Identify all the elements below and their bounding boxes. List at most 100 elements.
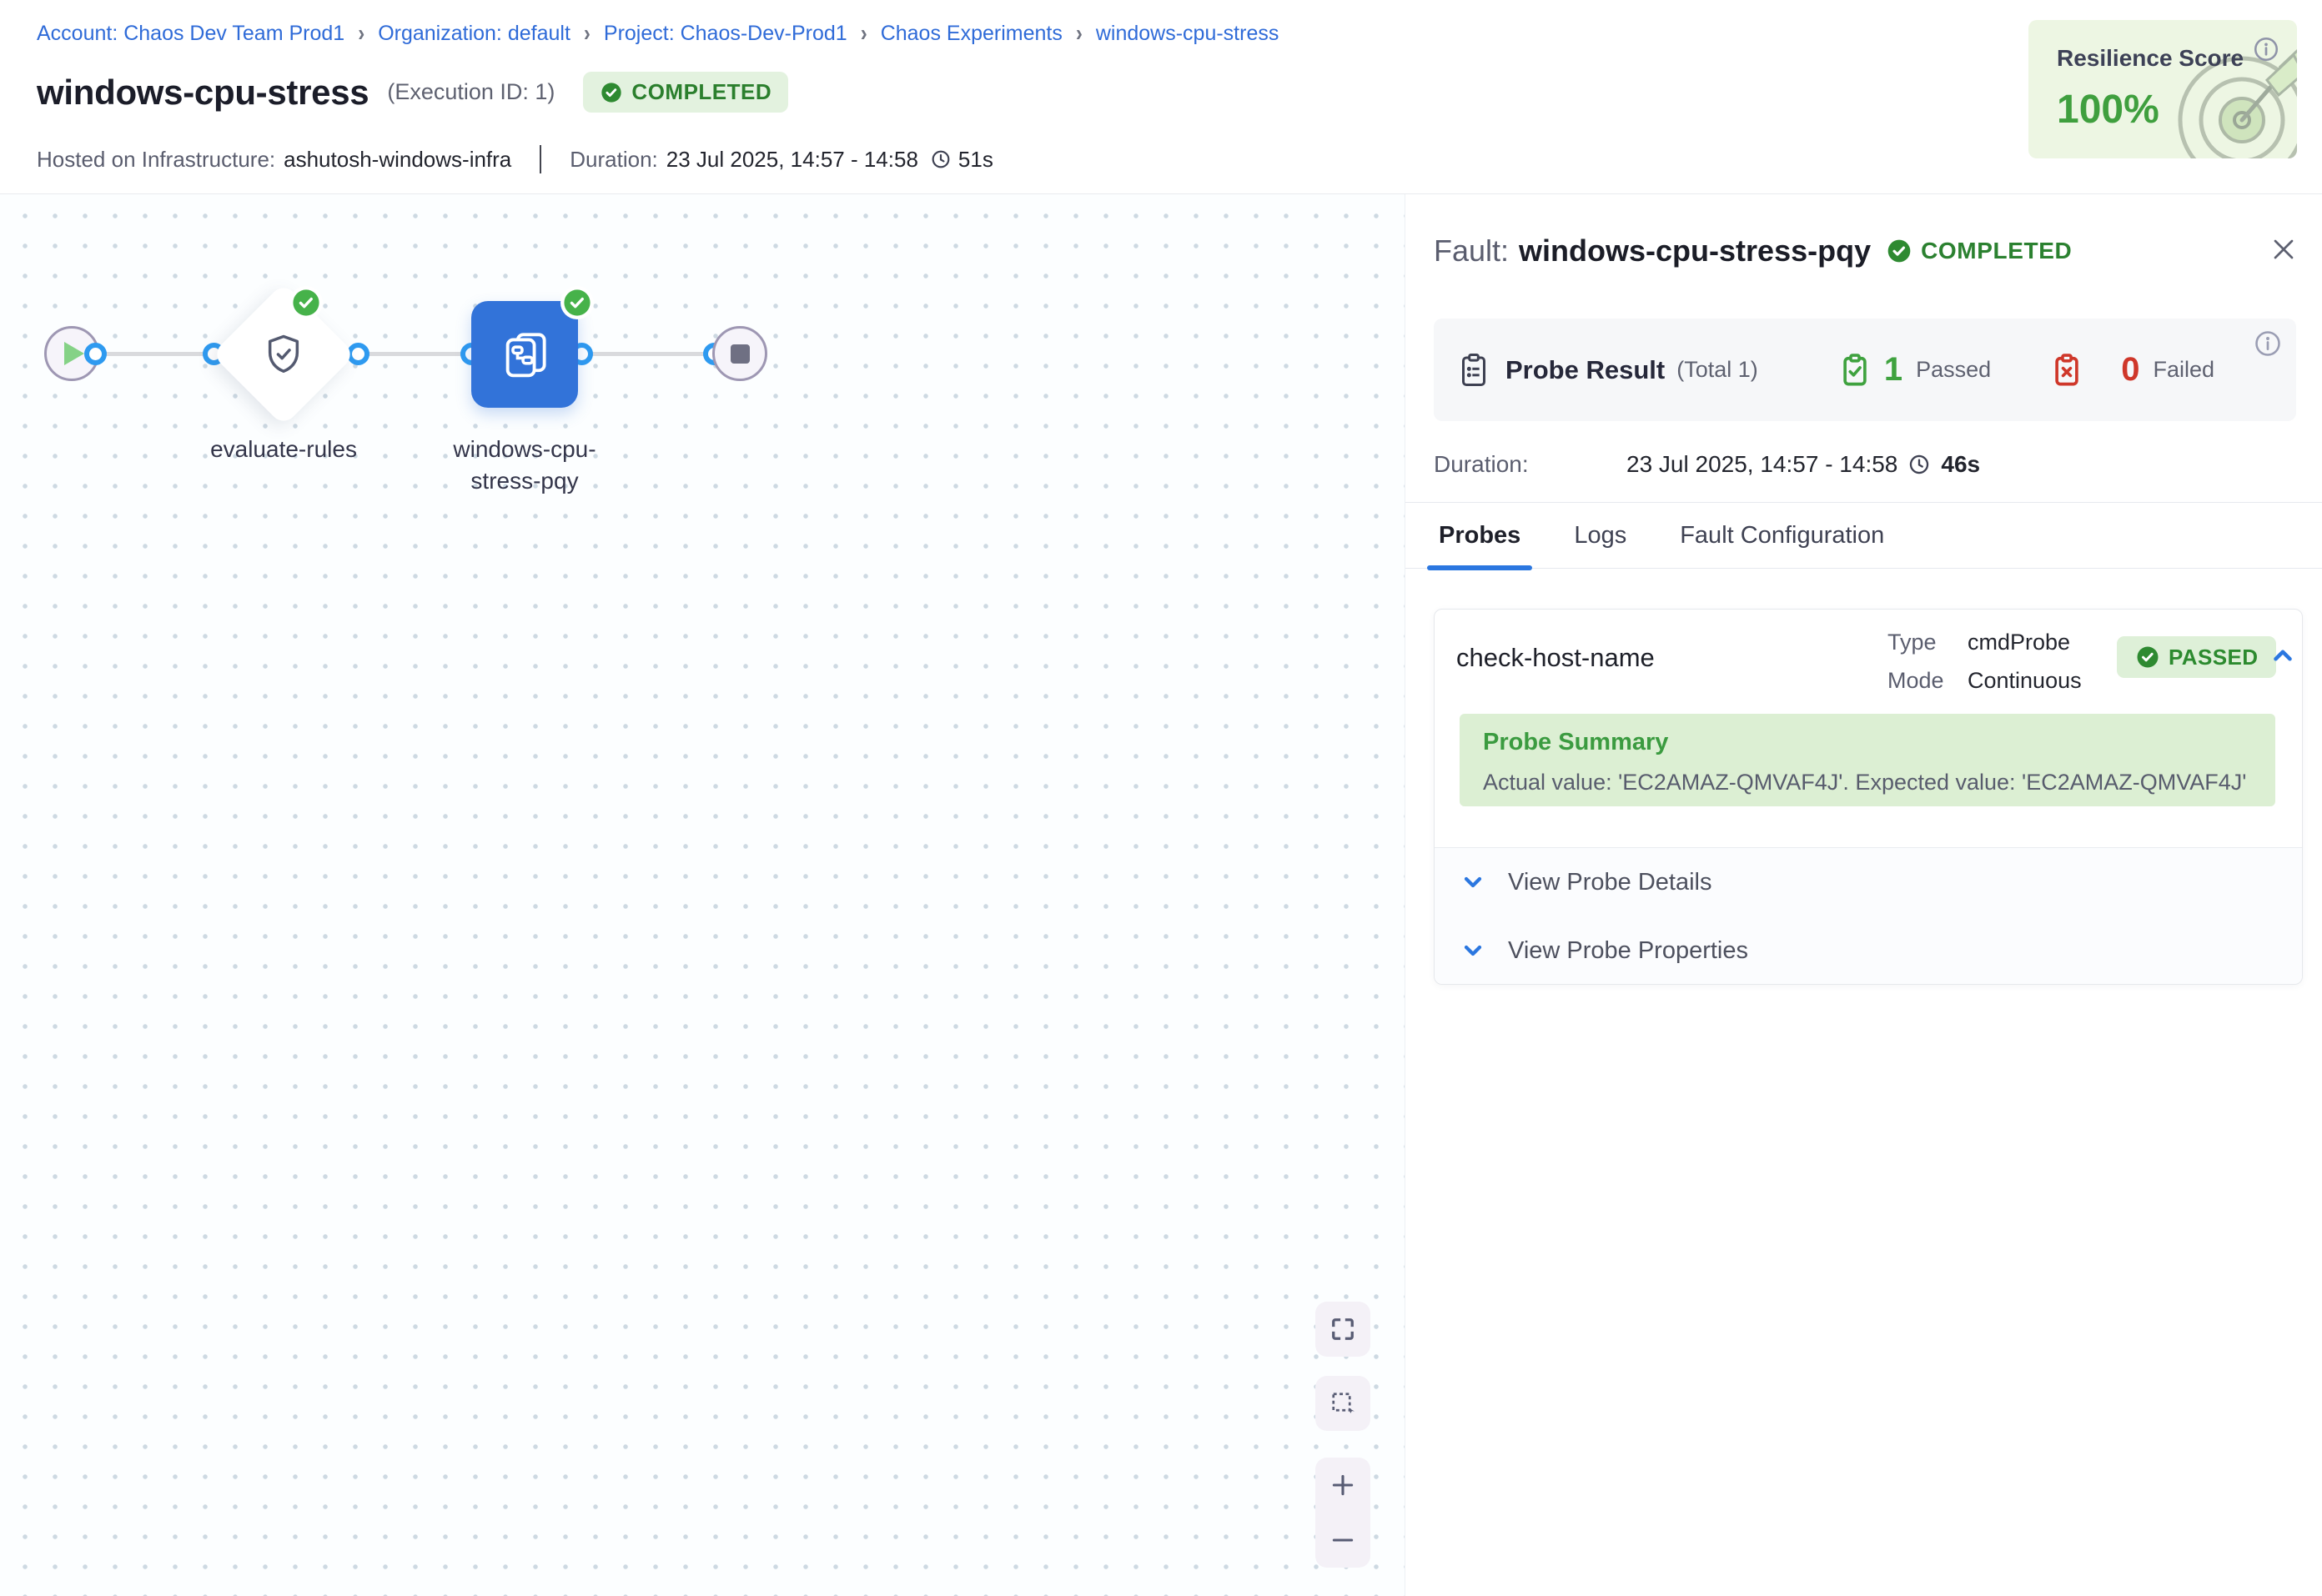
clock-icon: [930, 148, 952, 170]
probe-summary: Probe Summary Actual value: 'EC2AMAZ-QMV…: [1460, 714, 2275, 806]
collapse-probe-button[interactable]: [2269, 641, 2297, 670]
clipboard-x-icon: [2051, 352, 2083, 389]
failed-count: 0: [2121, 351, 2139, 389]
fault-label: Fault:: [1434, 233, 1509, 269]
probe-result-title: Probe Result: [1505, 355, 1665, 385]
fault-duration-row: Duration: 23 Jul 2025, 14:57 - 14:58 46s: [1434, 451, 1980, 478]
zoom-in-icon: [1329, 1471, 1357, 1499]
meta-divider: [540, 145, 541, 173]
view-probe-properties-label: View Probe Properties: [1508, 937, 1748, 965]
breadcrumb-separator-icon: ›: [861, 20, 867, 47]
breadcrumb-account-link[interactable]: Account: Chaos Dev Team Prod1: [37, 22, 344, 46]
fullscreen-icon: [1328, 1314, 1358, 1344]
close-icon: [2267, 233, 2300, 266]
breadcrumb-current-link[interactable]: windows-cpu-stress: [1096, 22, 1279, 46]
probe-meta: Type cmdProbe Mode Continuous: [1887, 623, 2082, 700]
marquee-select-icon: [1328, 1388, 1358, 1418]
marquee-select-button[interactable]: [1315, 1376, 1370, 1431]
breadcrumb-separator-icon: ›: [1076, 20, 1083, 47]
breadcrumb-org-link[interactable]: Organization: default: [378, 22, 570, 46]
probe-status-text: PASSED: [2169, 645, 2258, 670]
page-title: windows-cpu-stress: [37, 73, 369, 113]
probe-card: check-host-name Type cmdProbe Mode Conti…: [1434, 609, 2303, 985]
panel-tabs: Probes Logs Fault Configuration: [1405, 502, 2322, 569]
resilience-score-card: Resilience Score 100%: [2028, 20, 2297, 158]
duration-label: Duration:: [570, 147, 658, 173]
probe-type-label: Type: [1887, 623, 1959, 661]
chevron-down-icon: [1460, 937, 1486, 964]
breadcrumb-separator-icon: ›: [358, 20, 364, 47]
probe-mode-label: Mode: [1887, 661, 1959, 700]
duration-label: Duration:: [1434, 451, 1626, 478]
breadcrumb: Account: Chaos Dev Team Prod1 › Organiza…: [37, 22, 1279, 46]
clipboard-check-icon: [1839, 352, 1871, 389]
close-panel-button[interactable]: [2267, 233, 2300, 266]
info-icon[interactable]: [2253, 329, 2283, 359]
pipeline-connector-line: [72, 352, 740, 356]
zoom-in-button[interactable]: [1329, 1460, 1357, 1510]
probe-name: check-host-name: [1456, 643, 1655, 673]
chevron-up-icon: [2269, 641, 2297, 670]
fault-node-label: windows-cpu-stress-pqy: [437, 434, 612, 497]
duration-elapsed: 51s: [958, 147, 993, 173]
windows-cpu-stress-fault-node[interactable]: [471, 301, 578, 408]
pipeline-canvas[interactable]: evaluate-rules windows-cpu-stress-pqy: [0, 194, 1405, 1596]
duration-value: 23 Jul 2025, 14:57 - 14:58: [666, 147, 918, 173]
duration-elapsed: 46s: [1941, 451, 1980, 478]
fault-name: windows-cpu-stress-pqy: [1519, 233, 1871, 269]
resilience-score-label: Resilience Score: [2057, 45, 2244, 72]
probe-result-card: Probe Result (Total 1) 1 Passed: [1434, 319, 2296, 421]
probe-status-badge: PASSED: [2117, 636, 2276, 678]
stop-icon: [731, 344, 750, 364]
passed-label: Passed: [1916, 357, 1991, 383]
probe-type-value: cmdProbe: [1968, 623, 2082, 661]
probe-result-total: (Total 1): [1676, 357, 1758, 383]
breadcrumb-chaos-experiments-link[interactable]: Chaos Experiments: [881, 22, 1063, 46]
check-circle-icon: [2135, 645, 2160, 670]
chevron-down-icon: [1460, 869, 1486, 896]
tab-probes[interactable]: Probes: [1434, 503, 1525, 568]
info-icon[interactable]: [2252, 35, 2280, 63]
probe-summary-title: Probe Summary: [1483, 729, 2252, 756]
duration-value: 23 Jul 2025, 14:57 - 14:58: [1626, 451, 1897, 478]
play-icon: [64, 342, 84, 365]
experiment-status-badge: COMPLETED: [583, 72, 788, 113]
fullscreen-button[interactable]: [1315, 1302, 1370, 1357]
page-header: Account: Chaos Dev Team Prod1 › Organiza…: [0, 0, 2322, 194]
check-circle-icon: [1886, 238, 1912, 264]
clipboard-icon: [1457, 351, 1490, 389]
tab-fault-configuration[interactable]: Fault Configuration: [1675, 503, 1889, 568]
experiment-status-text: COMPLETED: [631, 79, 771, 105]
fault-status-badge: COMPLETED: [1886, 238, 2072, 264]
experiment-meta: Hosted on Infrastructure: ashutosh-windo…: [37, 145, 993, 173]
view-probe-details-toggle[interactable]: View Probe Details: [1435, 848, 2302, 916]
zoom-controls: [1315, 1458, 1370, 1568]
probe-mode-value: Continuous: [1968, 661, 2082, 700]
breadcrumb-separator-icon: ›: [584, 20, 591, 47]
infra-value: ashutosh-windows-infra: [284, 147, 511, 173]
chaos-fault-icon: [497, 327, 552, 382]
zoom-out-button[interactable]: [1329, 1515, 1357, 1565]
probe-card-footer: View Probe Details View Probe Properties: [1435, 847, 2302, 984]
tab-logs[interactable]: Logs: [1569, 503, 1631, 568]
probe-card-header[interactable]: check-host-name Type cmdProbe Mode Conti…: [1435, 610, 2302, 714]
breadcrumb-project-link[interactable]: Project: Chaos-Dev-Prod1: [604, 22, 847, 46]
pipeline-end-node[interactable]: [712, 326, 767, 381]
fault-details-panel: Fault: windows-cpu-stress-pqy COMPLETED: [1405, 194, 2322, 1596]
fault-status-text: COMPLETED: [1921, 238, 2072, 264]
connector-port: [84, 343, 107, 365]
success-check-badge: [289, 286, 323, 319]
resilience-score-value: 100%: [2057, 87, 2159, 133]
failed-label: Failed: [2153, 357, 2214, 383]
shield-check-icon: [260, 331, 307, 378]
probe-summary-text: Actual value: 'EC2AMAZ-QMVAF4J'. Expecte…: [1483, 770, 2252, 795]
zoom-out-icon: [1329, 1526, 1357, 1554]
view-probe-details-label: View Probe Details: [1508, 869, 1711, 896]
evaluate-rules-label: evaluate-rules: [158, 434, 409, 465]
view-probe-properties-toggle[interactable]: View Probe Properties: [1435, 916, 2302, 985]
infra-label: Hosted on Infrastructure:: [37, 147, 275, 173]
clock-icon: [1907, 453, 1931, 476]
check-circle-icon: [600, 81, 623, 104]
execution-id: (Execution ID: 1): [387, 79, 555, 105]
passed-count: 1: [1884, 351, 1902, 389]
